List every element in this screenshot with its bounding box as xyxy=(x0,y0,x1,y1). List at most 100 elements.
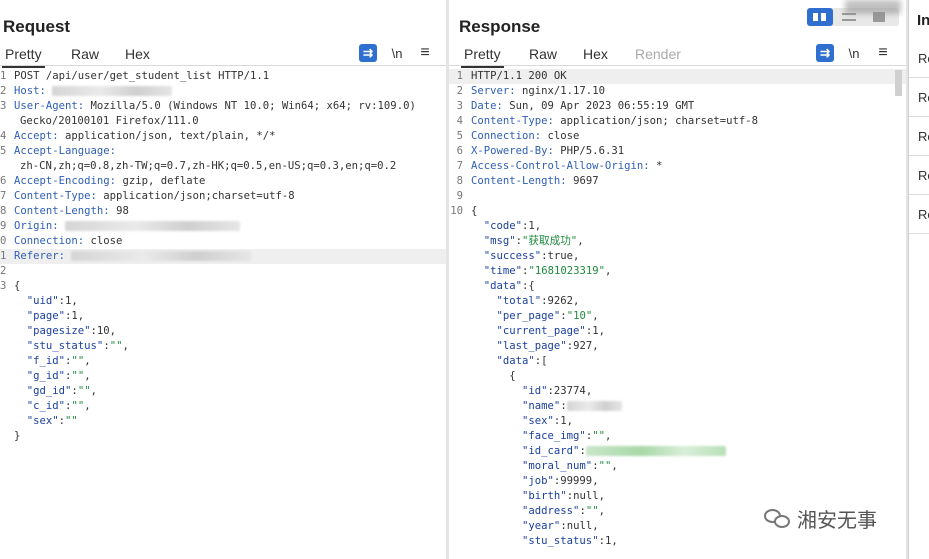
line-number: 10 xyxy=(450,205,463,217)
response-line[interactable]: "time":"1681023319", xyxy=(449,264,906,279)
request-tab-hex[interactable]: Hex xyxy=(125,46,150,62)
response-line[interactable]: 1 HTTP/1.1 200 OK xyxy=(449,69,906,84)
response-line[interactable]: 8 Content-Length: 9697 xyxy=(449,174,906,189)
request-line[interactable]: "gd_id":"", xyxy=(0,384,446,399)
response-tab-raw[interactable]: Raw xyxy=(529,46,557,62)
response-scrollbar[interactable] xyxy=(895,70,902,96)
json-key: "uid" xyxy=(26,295,59,307)
response-line[interactable]: 9 xyxy=(449,189,906,204)
code-text: :1, xyxy=(65,310,85,322)
response-title: Response xyxy=(459,17,541,36)
response-line[interactable]: "sex":1, xyxy=(449,414,906,429)
response-editor[interactable]: 1 HTTP/1.1 200 OK 2 Server: nginx/1.17.10 3 D… xyxy=(449,69,906,549)
response-line[interactable]: "data":[ xyxy=(449,354,906,369)
response-line[interactable]: "id":23774, xyxy=(449,384,906,399)
layout-toggle-icon[interactable] xyxy=(807,0,901,26)
request-line[interactable]: 9 Origin: xyxy=(0,219,446,234)
request-line[interactable]: "uid":1, xyxy=(0,294,446,309)
response-line[interactable]: 3 Date: Sun, 09 Apr 2023 06:55:19 GMT xyxy=(449,99,906,114)
request-line[interactable]: Gecko/20100101 Firefox/111.0 xyxy=(0,114,446,129)
json-key: "code" xyxy=(483,220,523,232)
request-line[interactable]: 6 Accept-Encoding: gzip, deflate xyxy=(0,174,446,189)
request-line[interactable]: 2 Host: xyxy=(0,84,446,99)
request-line[interactable]: zh-CN,zh;q=0.8,zh-TW;q=0.7,zh-HK;q=0.5,e… xyxy=(0,159,446,174)
response-line[interactable]: "moral_num":"", xyxy=(449,459,906,474)
line-content: "id_card": xyxy=(471,444,726,459)
request-line[interactable]: "g_id":"", xyxy=(0,369,446,384)
request-line[interactable]: "f_id":"", xyxy=(0,354,446,369)
response-line[interactable]: { xyxy=(449,369,906,384)
code-text: :[ xyxy=(534,355,548,367)
response-line[interactable]: "per_page":"10", xyxy=(449,309,906,324)
newline-toggle-button[interactable]: \n xyxy=(388,44,406,62)
inspector-item[interactable]: Re xyxy=(909,40,929,78)
response-tab-render[interactable]: Render xyxy=(635,46,681,62)
response-line[interactable]: "face_img":"", xyxy=(449,429,906,444)
response-line[interactable]: 4 Content-Type: application/json; charset… xyxy=(449,114,906,129)
json-key: "stu_status" xyxy=(26,340,104,352)
hamburger-menu-icon[interactable]: ≡ xyxy=(416,44,434,62)
request-line[interactable]: 3 User-Agent: Mozilla/5.0 (Windows NT 10.… xyxy=(0,99,446,114)
request-line[interactable]: "sex":"" xyxy=(0,414,446,429)
response-line[interactable]: "birth":null, xyxy=(449,489,906,504)
request-tab-raw[interactable]: Raw xyxy=(71,46,99,62)
response-line[interactable]: "job":99999, xyxy=(449,474,906,489)
response-line[interactable]: "stu_status":1, xyxy=(449,534,906,549)
response-tab-pretty[interactable]: Pretty xyxy=(461,46,504,68)
inspector-item[interactable]: Re xyxy=(909,157,929,195)
response-line[interactable]: "total":9262, xyxy=(449,294,906,309)
request-tab-pretty[interactable]: Pretty xyxy=(2,46,45,68)
request-line[interactable]: 4 Accept: application/json, text/plain, *… xyxy=(0,129,446,144)
newline-toggle-button[interactable]: \n xyxy=(845,44,863,62)
request-line[interactable]: "pagesize":10, xyxy=(0,324,446,339)
code-text: { xyxy=(471,370,516,382)
response-line[interactable]: "success":true, xyxy=(449,249,906,264)
request-line[interactable]: 1 POST /api/user/get_student_list HTTP/1.… xyxy=(0,69,446,84)
request-line[interactable]: 8 Content-Length: 98 xyxy=(0,204,446,219)
code-text: PHP/5.6.31 xyxy=(560,145,625,157)
word-wrap-icon[interactable]: ⇉ xyxy=(359,44,377,62)
request-line[interactable]: } xyxy=(0,429,446,444)
request-editor[interactable]: 1 POST /api/user/get_student_list HTTP/1.… xyxy=(0,69,446,444)
response-line[interactable]: "last_page":927, xyxy=(449,339,906,354)
line-content: "address":"", xyxy=(471,504,605,519)
blurred-region xyxy=(845,0,901,14)
header-name: Date: xyxy=(471,100,510,112)
response-line[interactable]: "data":{ xyxy=(449,279,906,294)
line-content: "gd_id":"", xyxy=(14,384,97,399)
request-line[interactable]: "stu_status":"", xyxy=(0,339,446,354)
inspector-item[interactable]: Re xyxy=(909,118,929,156)
request-line[interactable]: 3{ xyxy=(0,279,446,294)
response-line[interactable]: "current_page":1, xyxy=(449,324,906,339)
response-tab-hex[interactable]: Hex xyxy=(583,46,608,62)
response-line[interactable]: "name": xyxy=(449,399,906,414)
request-line[interactable]: "c_id":"", xyxy=(0,399,446,414)
inspector-item[interactable]: Re xyxy=(909,196,929,234)
response-line[interactable]: "msg":"获取成功", xyxy=(449,234,906,249)
line-number: 6 xyxy=(0,175,7,187)
response-line[interactable]: 6 X-Powered-By: PHP/5.6.31 xyxy=(449,144,906,159)
response-line[interactable]: "id_card": xyxy=(449,444,906,459)
response-line[interactable]: 7 Access-Control-Allow-Origin: * xyxy=(449,159,906,174)
request-line[interactable]: 5 Accept-Language: xyxy=(0,144,446,159)
response-line[interactable]: 10 { xyxy=(449,204,906,219)
request-line[interactable]: 1 Referer: xyxy=(0,249,446,264)
hamburger-menu-icon[interactable]: ≡ xyxy=(874,44,892,62)
response-line[interactable]: 5 Connection: close xyxy=(449,129,906,144)
request-line[interactable]: 2 xyxy=(0,264,446,279)
code-text: :true, xyxy=(541,250,580,262)
response-line[interactable]: "code":1, xyxy=(449,219,906,234)
request-line[interactable]: "page":1, xyxy=(0,309,446,324)
request-line[interactable]: 0 Connection: close xyxy=(0,234,446,249)
inspector-item[interactable]: Re xyxy=(909,79,929,117)
split-horizontal-icon[interactable] xyxy=(807,8,833,26)
word-wrap-icon[interactable]: ⇉ xyxy=(816,44,834,62)
line-content: "time":"1681023319", xyxy=(471,264,612,279)
response-line[interactable]: 2 Server: nginx/1.17.10 xyxy=(449,84,906,99)
json-key: "job" xyxy=(522,475,554,487)
split-vertical-icon[interactable] xyxy=(842,13,856,21)
request-line[interactable]: 7 Content-Type: application/json;charset=… xyxy=(0,189,446,204)
